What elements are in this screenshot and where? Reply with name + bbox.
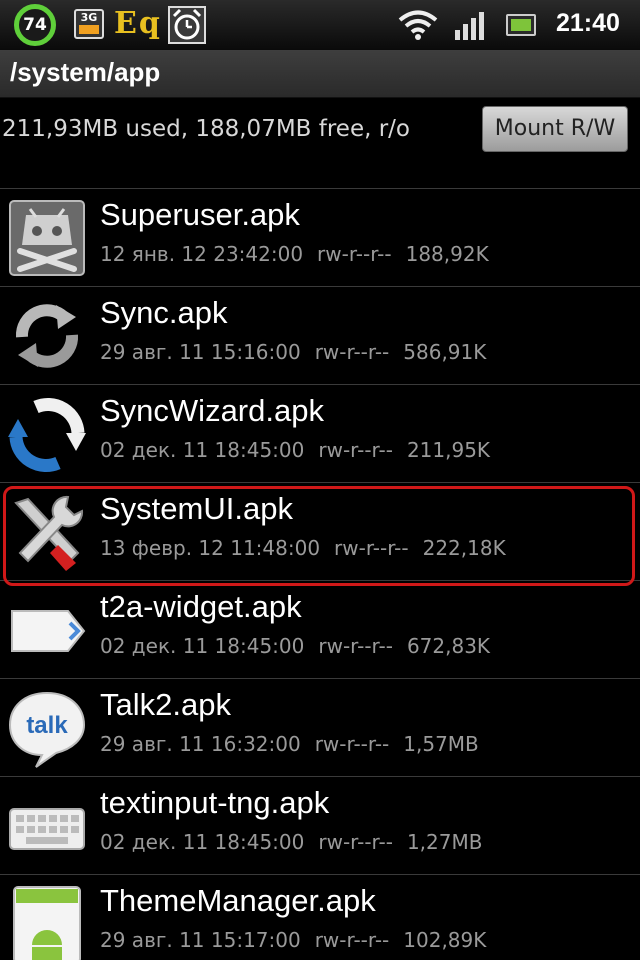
list-item[interactable]: ThemeManager.apk 29 авг. 11 15:17:00 rw-r… (0, 874, 640, 960)
list-item[interactable]: t2a-widget.apk 02 дек. 11 18:45:00 rw-r--… (0, 580, 640, 678)
file-meta: 12 янв. 12 23:42:00 rw-r--r-- 188,92K (100, 242, 503, 266)
file-size: 222,18K (422, 536, 506, 560)
file-date: 12 янв. 12 23:42:00 (100, 242, 304, 266)
battery-widget-icon: 74 (10, 4, 60, 46)
file-size: 586,91K (403, 340, 487, 364)
file-name: SyncWizard.apk (100, 393, 324, 428)
file-name: Sync.apk (100, 295, 228, 330)
list-item[interactable]: talk Talk2.apk 29 авг. 11 16:32:00 rw-r--… (0, 678, 640, 776)
sync-wizard-icon (8, 398, 86, 472)
file-meta: 02 дек. 11 18:45:00 rw-r--r-- 211,95K (100, 438, 504, 462)
file-permissions: rw-r--r-- (318, 830, 393, 854)
equalizer-icon: Eq (114, 6, 162, 42)
file-name: SystemUI.apk (100, 491, 293, 526)
file-date: 02 дек. 11 18:45:00 (100, 438, 305, 462)
storage-info: 211,93MB used, 188,07MB free, r/o (2, 116, 411, 142)
file-permissions: rw-r--r-- (317, 242, 392, 266)
status-time: 21:40 (556, 9, 620, 37)
talk-icon: talk (8, 691, 86, 768)
file-permissions: rw-r--r-- (314, 928, 390, 952)
battery-level: 74 (23, 15, 47, 35)
keyboard-icon (9, 808, 85, 850)
wifi-icon (398, 10, 438, 40)
file-name: t2a-widget.apk (100, 589, 302, 624)
file-meta: 29 авг. 11 16:32:00 rw-r--r-- 1,57MB (100, 732, 493, 756)
tag-icon (11, 610, 86, 652)
file-size: 1,57MB (403, 732, 479, 756)
status-bar: 74 3G Eq 21:40 (0, 0, 640, 50)
file-name: ThemeManager.apk (100, 883, 376, 918)
alarm-icon (168, 6, 206, 44)
mount-rw-button[interactable]: Mount R/W (482, 106, 628, 152)
file-date: 13 февр. 12 11:48:00 (100, 536, 321, 560)
file-size: 211,95K (406, 438, 491, 462)
file-date: 29 авг. 11 15:16:00 (100, 340, 301, 364)
list-item[interactable]: SystemUI.apk 13 февр. 12 11:48:00 rw-r--r… (0, 482, 640, 580)
network-type: 3G (80, 11, 98, 24)
3g-icon: 3G (74, 9, 104, 39)
file-size: 188,92K (405, 242, 489, 266)
talk-icon-label: talk (26, 712, 68, 739)
file-date: 02 дек. 11 18:45:00 (100, 830, 305, 854)
file-meta: 29 авг. 11 15:17:00 rw-r--r-- 102,89K (100, 928, 500, 952)
storage-info-bar: 211,93MB used, 188,07MB free, r/o Mount … (0, 98, 640, 186)
file-permissions: rw-r--r-- (314, 732, 390, 756)
file-name: Talk2.apk (100, 687, 231, 722)
file-date: 29 авг. 11 16:32:00 (100, 732, 301, 756)
file-date: 02 дек. 11 18:45:00 (100, 634, 305, 658)
file-name: textinput-tng.apk (100, 785, 330, 820)
battery-icon (506, 14, 536, 36)
superuser-icon (9, 200, 85, 276)
file-permissions: rw-r--r-- (314, 340, 390, 364)
list-item[interactable]: Superuser.apk 12 янв. 12 23:42:00 rw-r--r… (0, 188, 640, 286)
file-name: Superuser.apk (100, 197, 300, 232)
list-item[interactable]: Sync.apk 29 авг. 11 15:16:00 rw-r--r-- 586… (0, 286, 640, 384)
file-size: 1,27MB (406, 830, 483, 854)
file-meta: 29 авг. 11 15:16:00 rw-r--r-- 586,91K (100, 340, 500, 364)
file-date: 29 авг. 11 15:17:00 (100, 928, 301, 952)
list-item[interactable]: textinput-tng.apk 02 дек. 11 18:45:00 rw-… (0, 776, 640, 874)
android-theme-icon (13, 886, 81, 960)
file-meta: 02 дек. 11 18:45:00 rw-r--r-- 1,27MB (100, 830, 496, 854)
file-permissions: rw-r--r-- (318, 634, 393, 658)
eq-label: Eq (114, 6, 162, 41)
tools-icon (14, 495, 84, 571)
current-path: /system/app (10, 57, 161, 87)
file-list: Superuser.apk 12 янв. 12 23:42:00 rw-r--r… (0, 188, 640, 960)
file-size: 102,89K (403, 928, 487, 952)
file-permissions: rw-r--r-- (334, 536, 409, 560)
file-meta: 13 февр. 12 11:48:00 rw-r--r-- 222,18K (100, 536, 520, 560)
signal-icon (455, 12, 484, 40)
file-meta: 02 дек. 11 18:45:00 rw-r--r-- 672,83K (100, 634, 504, 658)
path-bar: /system/app (0, 50, 640, 98)
list-item[interactable]: SyncWizard.apk 02 дек. 11 18:45:00 rw-r--… (0, 384, 640, 482)
file-size: 672,83K (406, 634, 491, 658)
file-permissions: rw-r--r-- (318, 438, 393, 462)
sync-icon (15, 304, 79, 368)
